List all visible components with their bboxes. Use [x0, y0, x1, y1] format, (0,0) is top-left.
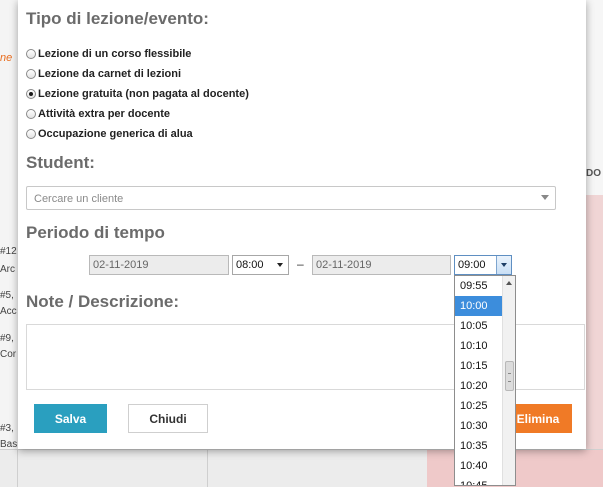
start-time-value: 08:00 — [236, 259, 264, 271]
student-placeholder: Cercare un cliente — [34, 193, 124, 205]
radio-label: Lezione gratuita (non pagata al docente) — [38, 88, 249, 100]
close-button[interactable]: Chiudi — [128, 404, 208, 433]
calendar-background-right-pink — [586, 195, 603, 486]
radio-icon[interactable] — [26, 109, 36, 119]
calendar-fragment-orange: ne — [0, 52, 13, 64]
radio-icon[interactable] — [26, 129, 36, 139]
radio-label: Lezione da carnet di lezioni — [38, 68, 182, 80]
start-time-select[interactable]: 08:00 — [232, 255, 289, 275]
end-time-dropdown-list[interactable]: 09:55 10:00 10:05 10:10 10:15 10:20 10:2… — [454, 275, 516, 486]
scrollbar-thumb[interactable] — [505, 361, 514, 391]
end-time-value: 09:00 — [458, 259, 486, 271]
chevron-down-icon — [541, 195, 549, 200]
radio-free-lesson[interactable]: Lezione gratuita (non pagata al docente) — [26, 85, 249, 103]
calendar-day-header-fragment: DO — [586, 168, 601, 179]
radio-extra-activity[interactable]: Attività extra per docente — [26, 105, 170, 123]
period-title: Periodo di tempo — [26, 223, 165, 242]
dropdown-scrollbar[interactable] — [502, 276, 515, 485]
calendar-background-left — [0, 0, 19, 486]
radio-label: Lezione di un corso flessibile — [38, 48, 192, 60]
radio-selected-icon[interactable] — [26, 89, 36, 99]
lesson-type-title: Tipo di lezione/evento: — [26, 9, 209, 28]
radio-generic-occupation[interactable]: Occupazione generica di alua — [26, 125, 193, 143]
radio-icon[interactable] — [26, 49, 36, 59]
scroll-up-icon[interactable] — [506, 281, 512, 285]
calendar-event-fragment: #5, Acc — [0, 290, 17, 317]
calendar-event-fragment: #3, Bas — [0, 423, 18, 450]
notes-title: Note / Descrizione: — [26, 292, 180, 311]
student-search-select[interactable]: Cercare un cliente — [26, 186, 556, 210]
radio-flexible-course[interactable]: Lezione di un corso flessibile — [26, 45, 191, 63]
chevron-down-icon — [277, 263, 283, 267]
radio-icon[interactable] — [26, 69, 36, 79]
calendar-background-right — [586, 0, 603, 195]
radio-label: Attività extra per docente — [38, 108, 171, 120]
student-title: Student: — [26, 153, 95, 172]
end-time-select[interactable]: 09:00 — [454, 255, 512, 275]
radio-label: Occupazione generica di alua — [38, 128, 193, 140]
chevron-down-icon[interactable] — [496, 256, 511, 274]
time-separator: – — [297, 257, 304, 271]
calendar-event-fragment: #9, Cor — [0, 333, 17, 360]
save-button[interactable]: Salva — [34, 404, 107, 433]
end-date-input[interactable]: 02-11-2019 — [312, 255, 451, 275]
radio-lesson-carnet[interactable]: Lezione da carnet di lezioni — [26, 65, 181, 83]
start-date-input[interactable]: 02-11-2019 — [89, 255, 229, 275]
calendar-event-fragment: #12 Arc — [0, 246, 17, 275]
